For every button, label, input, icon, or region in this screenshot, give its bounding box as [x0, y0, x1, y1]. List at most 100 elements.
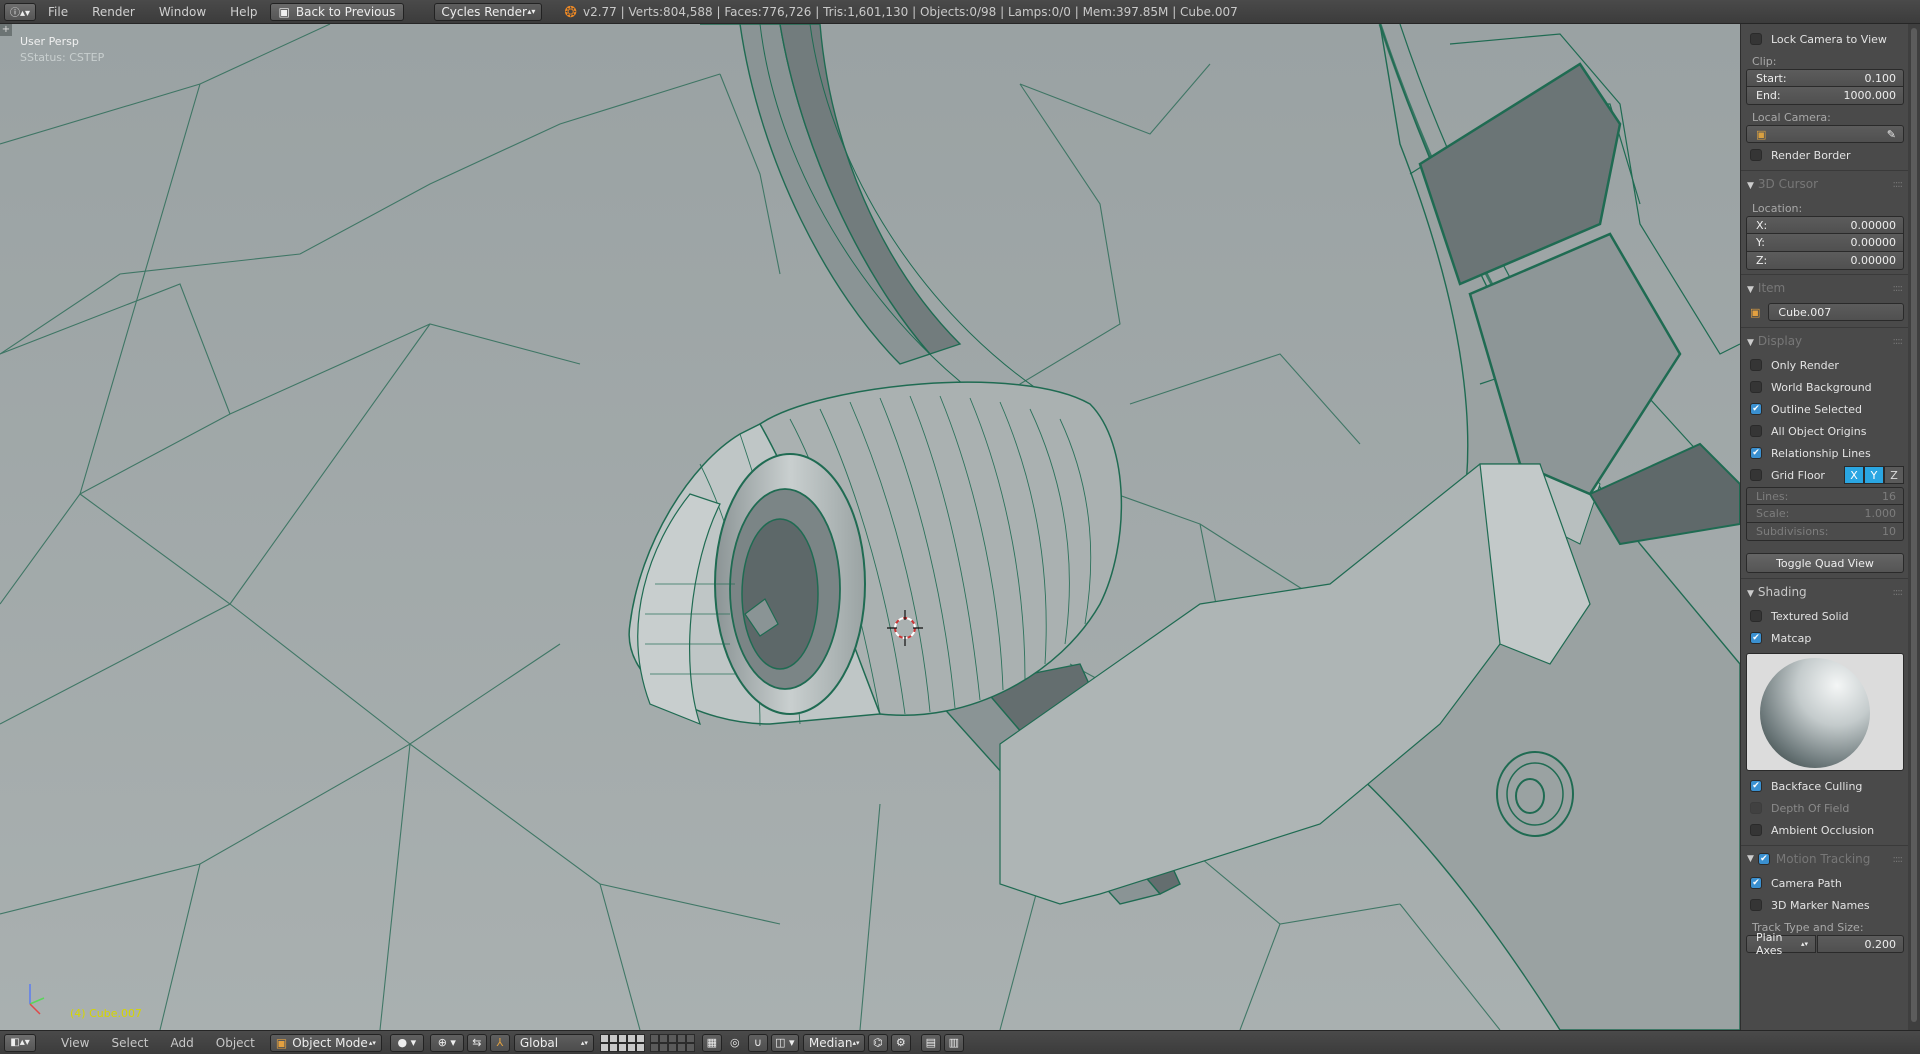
layer-toggle[interactable] — [685, 1034, 695, 1043]
matcap-preview[interactable] — [1746, 653, 1904, 771]
manipulator-toggle[interactable]: ⇆ — [466, 1033, 487, 1052]
layer-grid-1[interactable] — [599, 1034, 645, 1052]
layer-toggle[interactable] — [608, 1043, 618, 1052]
scrollbar-thumb[interactable] — [1911, 28, 1917, 1022]
textured-solid-checkbox[interactable] — [1750, 610, 1762, 622]
clip-end-field[interactable]: End: 1000.000 — [1746, 87, 1904, 105]
clip-start-field[interactable]: Start: 0.100 — [1746, 69, 1904, 87]
camera-path-row[interactable]: Camera Path — [1746, 872, 1904, 894]
snap-target-dropdown[interactable]: Median ▴▾ — [802, 1033, 865, 1052]
render-still-button[interactable]: ▤ — [920, 1033, 941, 1052]
all-object-origins-row[interactable]: All Object Origins — [1746, 420, 1904, 442]
layer-toggle[interactable] — [658, 1034, 668, 1043]
track-size-field[interactable]: 0.200 — [1817, 935, 1904, 953]
all-object-origins-checkbox[interactable] — [1750, 425, 1762, 437]
layer-toggle[interactable] — [617, 1034, 627, 1043]
editor-type-button[interactable]: ◧▴▾ — [4, 1033, 36, 1052]
snap-element-dropdown[interactable]: ◫ ▾ — [770, 1033, 799, 1052]
grid-axis-z-toggle[interactable]: Z — [1884, 466, 1904, 484]
outline-selected-row[interactable]: Outline Selected — [1746, 398, 1904, 420]
layer-toggle[interactable] — [599, 1034, 609, 1043]
layer-toggle[interactable] — [635, 1043, 645, 1052]
render-video-button[interactable]: ▥ — [943, 1033, 964, 1052]
layer-toggle[interactable] — [599, 1043, 609, 1052]
motion-tracking-section-header[interactable]: ▼ Motion Tracking :::: — [1741, 845, 1908, 872]
panel-scrollbar[interactable] — [1908, 24, 1920, 1030]
lock-layers-button[interactable]: ▦ — [701, 1033, 722, 1052]
menu-help[interactable]: Help — [218, 5, 269, 19]
world-background-checkbox[interactable] — [1750, 381, 1762, 393]
interaction-mode-dropdown[interactable]: ▣ Object Mode ▴▾ — [269, 1033, 382, 1052]
backface-culling-row[interactable]: Backface Culling — [1746, 775, 1904, 797]
layer-toggle[interactable] — [649, 1043, 659, 1052]
editor-type-button[interactable]: ⓘ▴▾ — [4, 2, 36, 21]
ambient-occlusion-checkbox[interactable] — [1750, 824, 1762, 836]
transform-orientation-dropdown[interactable]: Global ▴▾ — [513, 1033, 594, 1052]
drag-grip-icon[interactable]: :::: — [1893, 854, 1904, 865]
menu-select[interactable]: Select — [100, 1036, 159, 1050]
opengl-animation-button[interactable]: ⚙ — [890, 1033, 911, 1052]
region-expand-icon[interactable]: + — [0, 24, 12, 36]
menu-render[interactable]: Render — [80, 5, 147, 19]
opengl-render-button[interactable]: ⌬ — [867, 1033, 888, 1052]
marker-names-checkbox[interactable] — [1750, 899, 1762, 911]
proportional-edit-button[interactable]: ◎ — [725, 1034, 745, 1052]
menu-view[interactable]: View — [50, 1036, 100, 1050]
layer-grid-2[interactable] — [649, 1034, 695, 1052]
world-background-row[interactable]: World Background — [1746, 376, 1904, 398]
grid-floor-row[interactable]: Grid Floor X Y Z — [1746, 464, 1904, 486]
layer-toggle[interactable] — [685, 1043, 695, 1052]
shading-section-header[interactable]: ▼ Shading :::: — [1741, 578, 1908, 605]
drag-grip-icon[interactable]: :::: — [1893, 179, 1904, 190]
lock-camera-checkbox[interactable] — [1750, 33, 1762, 45]
matcap-checkbox[interactable] — [1750, 632, 1762, 644]
render-border-checkbox[interactable] — [1750, 149, 1762, 161]
item-name-field[interactable]: Cube.007 — [1768, 303, 1904, 321]
layer-toggle[interactable] — [635, 1034, 645, 1043]
grid-axis-y-toggle[interactable]: Y — [1864, 466, 1884, 484]
layer-toggle[interactable] — [658, 1043, 668, 1052]
camera-path-checkbox[interactable] — [1750, 877, 1762, 889]
back-to-previous-button[interactable]: ▣ Back to Previous — [269, 2, 405, 21]
track-type-dropdown[interactable]: Plain Axes ▴▾ — [1746, 931, 1816, 957]
layer-toggle[interactable] — [608, 1034, 618, 1043]
menu-object[interactable]: Object — [205, 1036, 266, 1050]
backface-culling-checkbox[interactable] — [1750, 780, 1762, 792]
grid-floor-checkbox[interactable] — [1750, 469, 1762, 481]
cursor-y-field[interactable]: Y: 0.00000 — [1746, 234, 1904, 252]
relationship-lines-checkbox[interactable] — [1750, 447, 1762, 459]
translate-manipulator-button[interactable]: ⅄ — [489, 1033, 510, 1052]
grid-axis-x-toggle[interactable]: X — [1844, 466, 1864, 484]
snap-toggle[interactable]: ∪ — [747, 1033, 768, 1052]
render-border-row[interactable]: Render Border — [1746, 144, 1904, 166]
motion-tracking-checkbox[interactable] — [1757, 853, 1770, 865]
toggle-quad-view-button[interactable]: Toggle Quad View — [1746, 553, 1904, 573]
layer-toggle[interactable] — [626, 1043, 636, 1052]
drag-grip-icon[interactable]: :::: — [1893, 587, 1904, 598]
grid-scale-field[interactable]: Scale: 1.000 — [1746, 505, 1904, 523]
layer-toggle[interactable] — [667, 1034, 677, 1043]
pivot-point-dropdown[interactable]: ⊕ ▾ — [429, 1033, 464, 1052]
cursor-section-header[interactable]: ▼ 3D Cursor :::: — [1741, 170, 1908, 197]
grid-subdivisions-field[interactable]: Subdivisions: 10 — [1746, 523, 1904, 541]
layer-toggle[interactable] — [649, 1034, 659, 1043]
layer-toggle[interactable] — [676, 1043, 686, 1052]
only-render-row[interactable]: Only Render — [1746, 354, 1904, 376]
3d-viewport[interactable]: User Persp SStatus: CSTEP (4) Cube.007 — [0, 24, 1740, 1030]
viewport-shading-dropdown[interactable]: ● ▾ — [389, 1033, 424, 1052]
grid-lines-field[interactable]: Lines: 16 — [1746, 487, 1904, 505]
menu-add[interactable]: Add — [160, 1036, 205, 1050]
relationship-lines-row[interactable]: Relationship Lines — [1746, 442, 1904, 464]
cursor-x-field[interactable]: X: 0.00000 — [1746, 216, 1904, 234]
lock-camera-row[interactable]: Lock Camera to View — [1746, 28, 1904, 50]
menu-window[interactable]: Window — [147, 5, 218, 19]
only-render-checkbox[interactable] — [1750, 359, 1762, 371]
render-engine-dropdown[interactable]: Cycles Render ▴▾ — [434, 2, 543, 21]
menu-file[interactable]: File — [36, 5, 80, 19]
eyedropper-icon[interactable]: ✎ — [1887, 128, 1896, 141]
outline-selected-checkbox[interactable] — [1750, 403, 1762, 415]
matcap-row[interactable]: Matcap — [1746, 627, 1904, 649]
cursor-z-field[interactable]: Z: 0.00000 — [1746, 252, 1904, 270]
item-section-header[interactable]: ▼ Item :::: — [1741, 274, 1908, 301]
drag-grip-icon[interactable]: :::: — [1893, 283, 1904, 294]
